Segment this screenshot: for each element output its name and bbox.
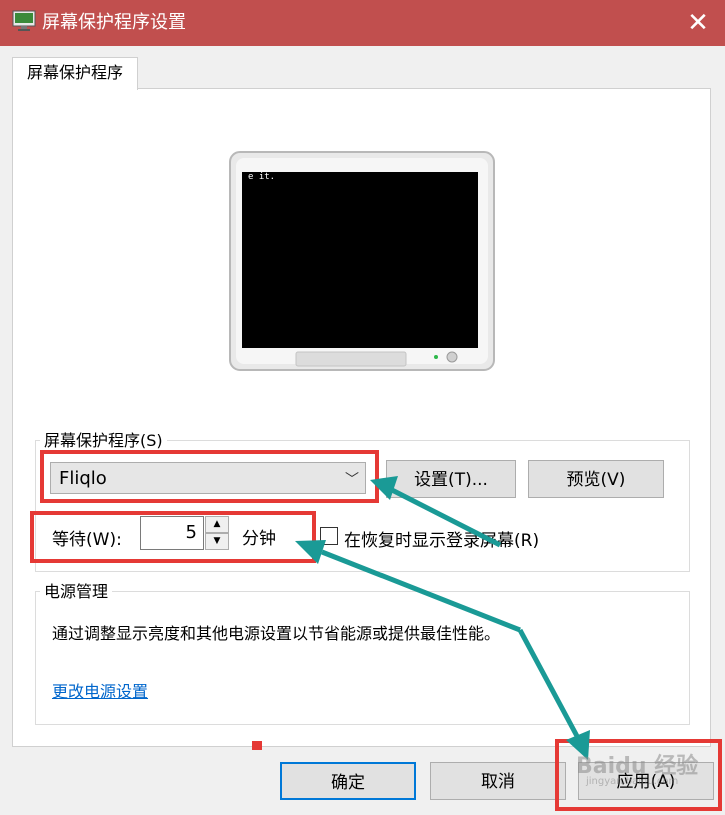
power-group-label: 电源管理	[40, 582, 113, 602]
screen-preview-text: e it.	[248, 172, 276, 182]
wait-label: 等待(W):	[52, 530, 122, 550]
close-icon: ✕	[687, 8, 709, 38]
ok-button[interactable]: 确定	[280, 762, 416, 800]
preview-button[interactable]: 预览(V)	[528, 460, 664, 498]
watermark-url: jingyan.baidu.com	[586, 776, 679, 787]
annotation-dot	[252, 741, 262, 750]
chevron-down-icon: ﹀	[345, 472, 359, 488]
power-description: 通过调整显示亮度和其他电源设置以节省能源或提供最佳性能。	[52, 624, 501, 643]
window-title: 屏幕保护程序设置	[42, 12, 186, 33]
resume-logon-checkbox[interactable]	[320, 527, 338, 545]
change-power-settings-link[interactable]: 更改电源设置	[52, 678, 148, 702]
wait-minutes-input[interactable]: 5	[140, 516, 204, 550]
spin-down-button[interactable]: ▼	[205, 533, 229, 550]
monitor-app-icon	[12, 10, 36, 31]
title-bar: 屏幕保护程序设置 ✕	[0, 0, 725, 46]
power-management-group	[35, 591, 690, 725]
tab-screensaver[interactable]: 屏幕保护程序	[12, 57, 138, 90]
screensaver-group-label: 屏幕保护程序(S)	[40, 431, 167, 451]
close-button[interactable]: ✕	[680, 6, 716, 40]
cancel-button[interactable]: 取消	[430, 762, 566, 800]
screensaver-selected-value: Fliqlo	[59, 468, 107, 489]
monitor-preview-image	[229, 151, 495, 371]
resume-logon-label[interactable]: 在恢复时显示登录屏幕(R)	[344, 526, 539, 551]
spin-up-button[interactable]: ▲	[205, 516, 229, 533]
screensaver-dropdown[interactable]: Fliqlo ﹀	[50, 462, 366, 494]
settings-button[interactable]: 设置(T)...	[386, 460, 516, 498]
minutes-unit-label: 分钟	[242, 529, 276, 549]
caret-up-icon: ▲	[213, 519, 221, 529]
caret-down-icon: ▼	[213, 536, 221, 546]
